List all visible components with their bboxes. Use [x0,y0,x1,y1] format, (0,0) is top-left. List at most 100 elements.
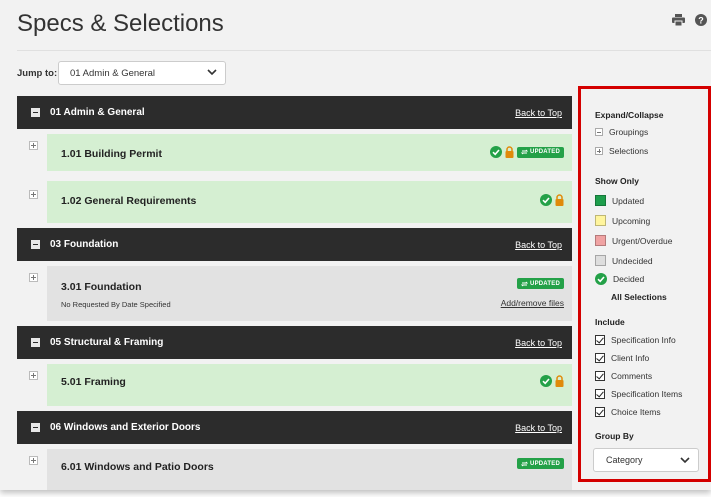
status-badges [540,194,564,206]
selection-item-name: 3.01 Foundation [61,281,142,293]
expand-icon [595,147,603,155]
checkbox-checked[interactable] [595,335,605,345]
status-badges: UPDATED [490,146,564,158]
group-name: 01 Admin & General [50,107,145,118]
jump-to-label: Jump to: [17,68,58,79]
filter-upcoming[interactable]: Upcoming [595,215,650,226]
status-badges [540,375,564,387]
selection-item[interactable]: 3.01 Foundation No Requested By Date Spe… [17,261,572,326]
include-client-info-checkbox[interactable]: Client Info [595,353,649,363]
selection-item-name: 6.01 Windows and Patio Doors [61,461,214,473]
updated-badge-label: UPDATED [530,149,560,155]
include-spec-items-checkbox[interactable]: Specification Items [595,389,682,399]
back-to-top-link[interactable]: Back to Top [515,423,562,433]
page-title: Specs & Selections [17,10,224,37]
selection-item-name: 5.01 Framing [61,376,126,388]
include-label: Specification Items [611,389,683,399]
updated-badge: UPDATED [517,278,564,289]
include-label: Specification Info [611,335,676,345]
filter-all-selections[interactable]: All Selections [611,292,667,302]
selection-item-box: 1.02 General Requirements [47,181,572,223]
selection-item[interactable]: 5.01 Framing [17,359,572,411]
group-by-value: Category [606,455,643,465]
selection-item[interactable]: 1.02 General Requirements [17,176,572,228]
selection-item[interactable]: 6.01 Windows and Patio Doors UPDATED [17,444,572,490]
checkbox-checked[interactable] [595,407,605,417]
selections-list: 01 Admin & General Back to Top 1.01 Buil… [17,96,572,490]
filter-label: Updated [612,195,645,206]
printer-icon[interactable] [672,14,685,26]
filter-label: All Selections [611,292,667,302]
lock-icon [555,375,564,387]
back-to-top-link[interactable]: Back to Top [515,338,562,348]
collapse-icon [595,128,603,136]
expand-selections-toggle[interactable]: Selections [595,146,648,156]
refresh-icon [521,149,529,155]
selection-item-box: 6.01 Windows and Patio Doors UPDATED [47,449,572,490]
include-heading: Include [595,317,625,327]
status-badges: UPDATED [517,458,564,469]
urgent-swatch [595,235,606,246]
group-name: 03 Foundation [50,239,119,250]
expand-item-icon[interactable] [29,190,38,199]
jump-to-select[interactable]: 01 Admin & General [58,61,226,85]
updated-badge-label: UPDATED [530,460,560,467]
include-spec-info-checkbox[interactable]: Specification Info [595,335,676,345]
lock-icon [505,146,514,158]
decided-check-icon [540,375,552,387]
groupings-label: Groupings [609,127,649,137]
include-label: Client Info [611,353,650,363]
checkbox-checked[interactable] [595,353,605,363]
selection-item-box: 3.01 Foundation No Requested By Date Spe… [47,266,572,321]
selection-item-name: 1.02 General Requirements [61,195,197,207]
refresh-icon [521,461,529,466]
group-name: 06 Windows and Exterior Doors [50,422,201,433]
jump-to-value: 01 Admin & General [70,68,156,79]
refresh-icon [521,281,529,286]
collapse-group-icon[interactable] [31,108,40,117]
undecided-swatch [595,255,606,266]
expand-item-icon[interactable] [29,141,38,150]
filter-undecided[interactable]: Undecided [595,255,653,266]
collapse-group-icon[interactable] [31,338,40,347]
status-badges: UPDATED [517,278,564,289]
selection-item-name: 1.01 Building Permit [61,148,162,160]
expand-item-icon[interactable] [29,456,38,465]
add-remove-files-link[interactable]: Add/remove files [501,298,564,308]
filter-label: Upcoming [612,215,651,226]
group-by-select[interactable]: Category [593,448,699,472]
checkbox-checked[interactable] [595,371,605,381]
expand-item-icon[interactable] [29,371,38,380]
include-label: Comments [611,371,653,381]
updated-badge: UPDATED [517,146,564,158]
back-to-top-link[interactable]: Back to Top [515,108,562,118]
group-header[interactable]: 03 Foundation Back to Top [17,228,572,261]
expand-item-icon[interactable] [29,273,38,282]
group-header[interactable]: 05 Structural & Framing Back to Top [17,326,572,359]
show-only-heading: Show Only [595,176,639,186]
filter-decided[interactable]: Decided [595,273,644,285]
filter-label: Urgent/Overdue [612,235,673,246]
selection-item[interactable]: 1.01 Building Permit UPDATED [17,129,572,176]
help-icon[interactable]: ? [695,14,707,26]
group-header[interactable]: 01 Admin & General Back to Top [17,96,572,129]
group-header[interactable]: 06 Windows and Exterior Doors Back to To… [17,411,572,444]
checkbox-checked[interactable] [595,389,605,399]
decided-check-icon [540,194,552,206]
collapse-group-icon[interactable] [31,423,40,432]
back-to-top-link[interactable]: Back to Top [515,240,562,250]
include-choice-items-checkbox[interactable]: Choice Items [595,407,661,417]
decided-check-icon [490,146,503,158]
collapse-group-icon[interactable] [31,240,40,249]
svg-text:?: ? [698,15,704,25]
filter-label: Decided [613,274,645,284]
include-label: Choice Items [611,407,661,417]
selections-label: Selections [609,146,649,156]
include-comments-checkbox[interactable]: Comments [595,371,652,381]
updated-badge-label: UPDATED [530,280,560,287]
filter-urgent-overdue[interactable]: Urgent/Overdue [595,235,672,246]
collapse-groupings-toggle[interactable]: Groupings [595,127,648,137]
lock-icon [555,194,564,206]
selection-item-box: 5.01 Framing [47,364,572,406]
filter-updated[interactable]: Updated [595,195,644,206]
